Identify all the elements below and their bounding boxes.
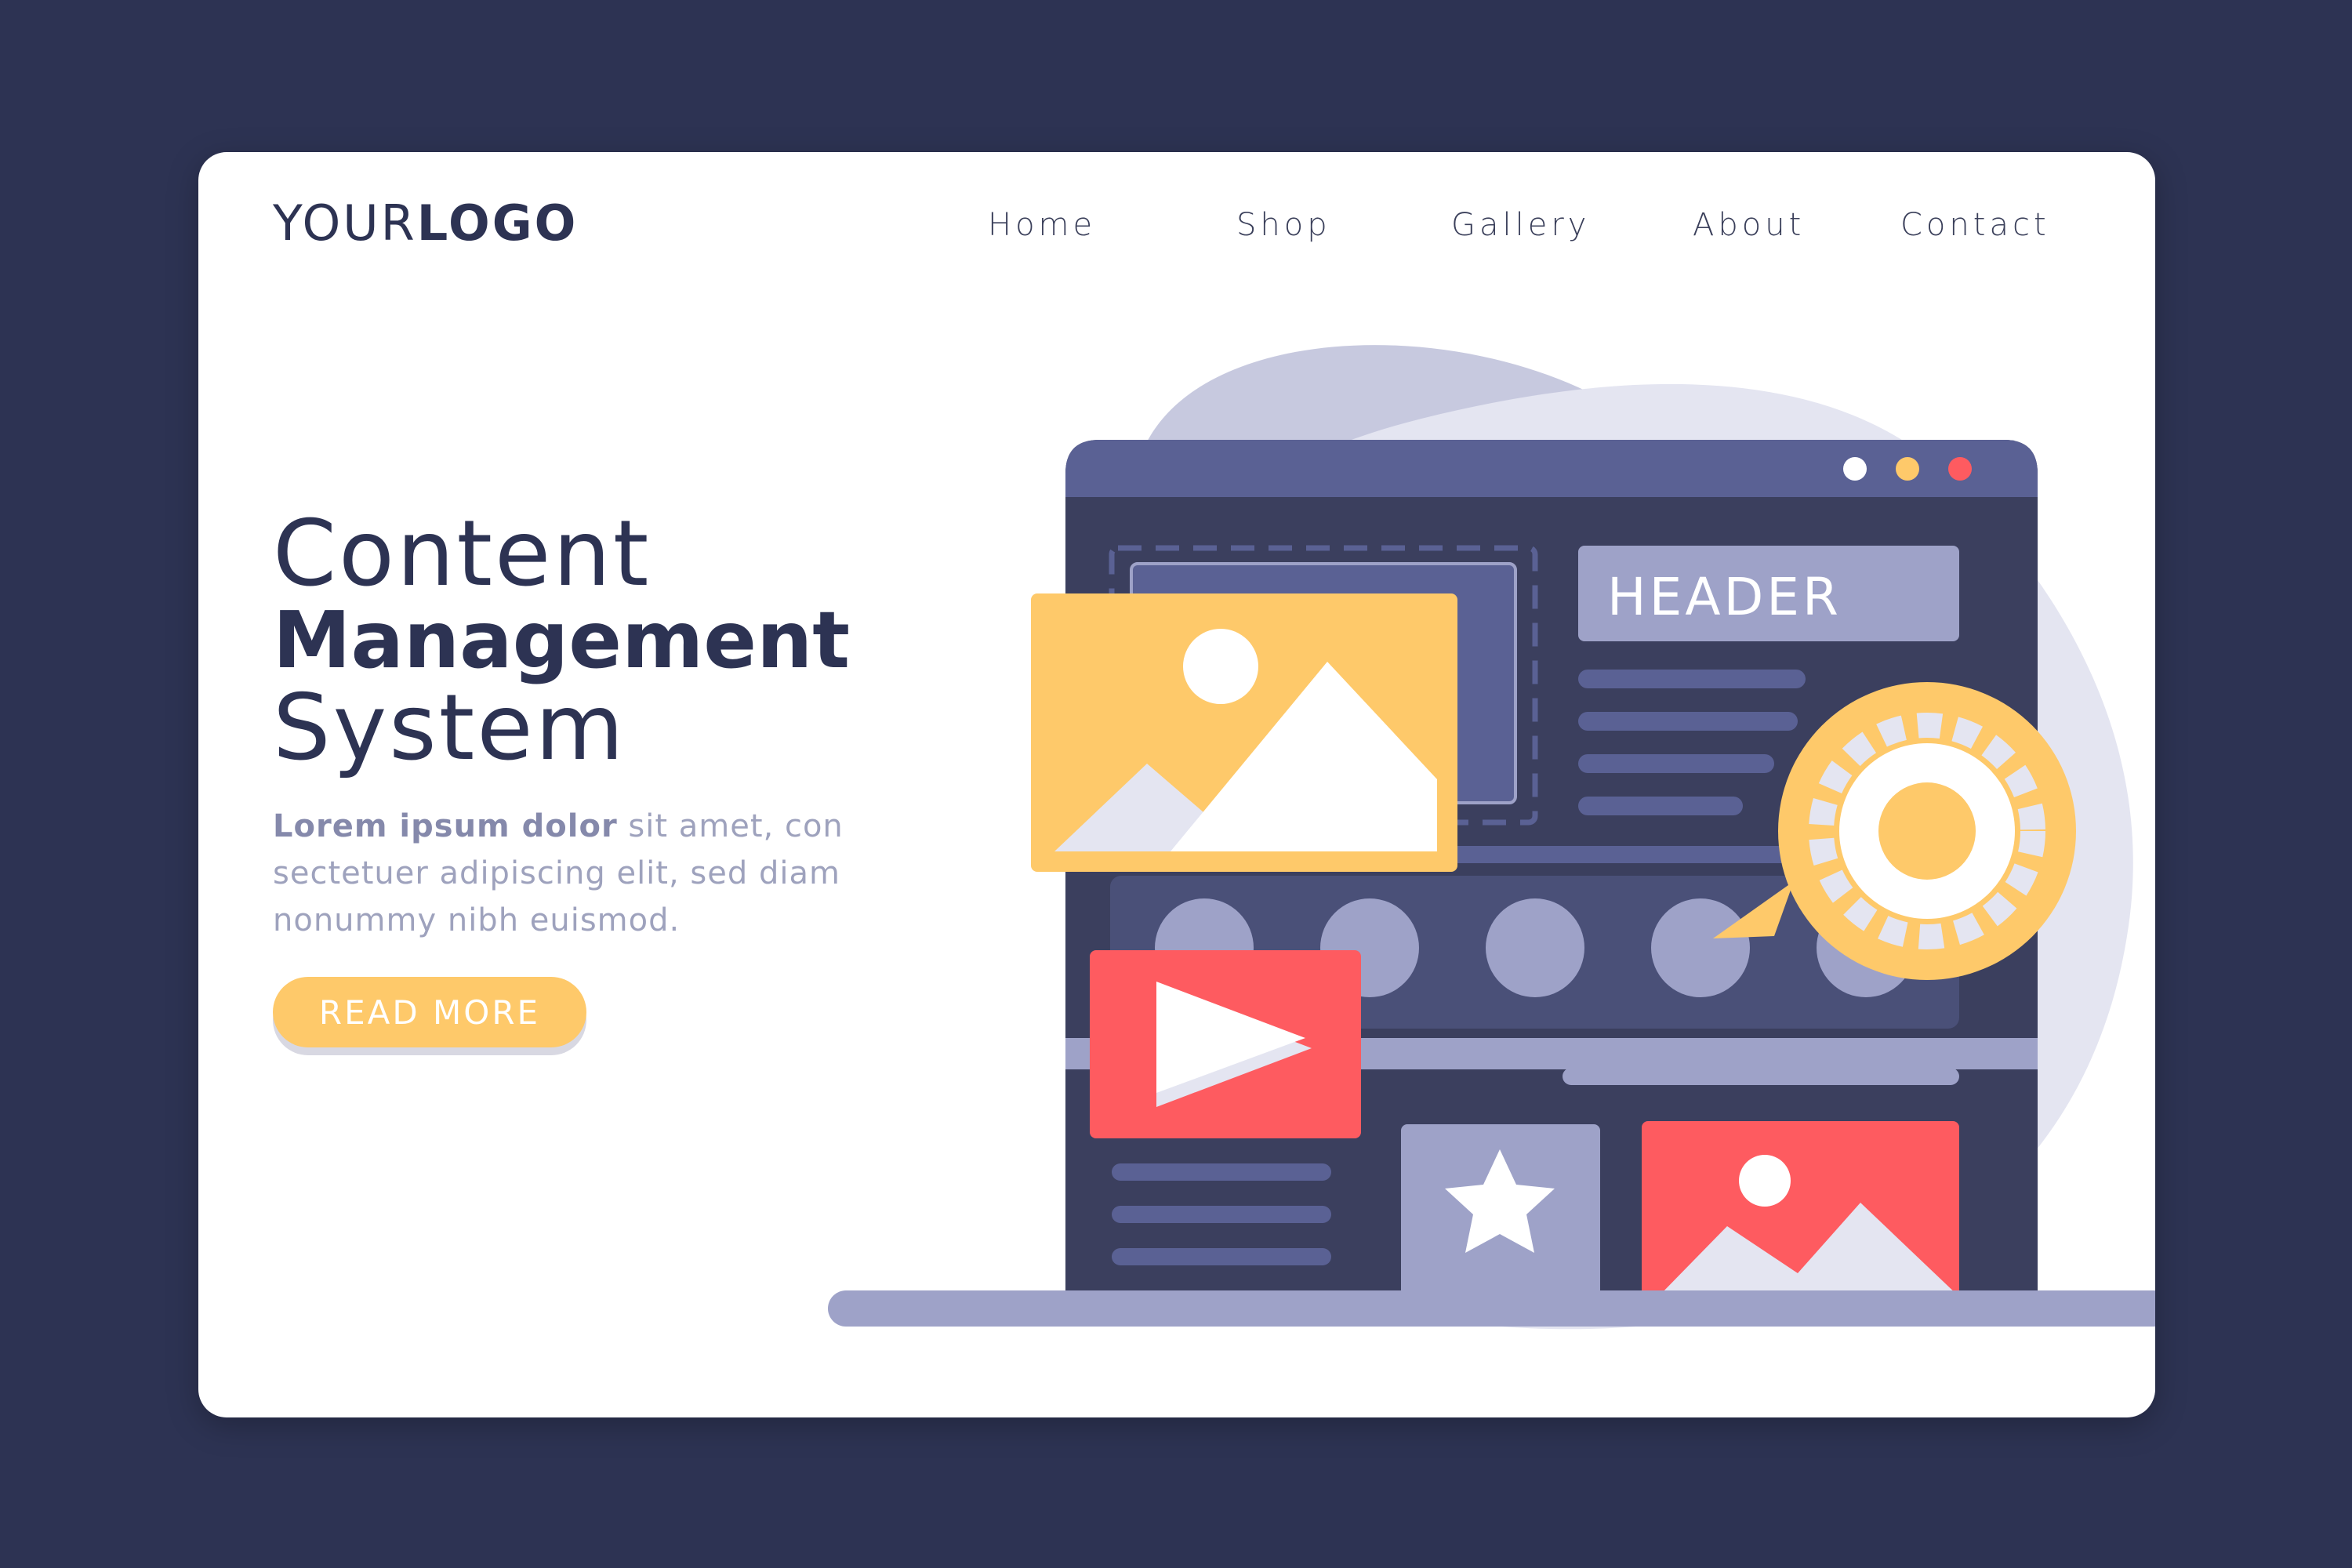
landing-card: YOURLOGO Home Shop Gallery About Contact… [198, 152, 2155, 1417]
red-image-sun [1739, 1155, 1791, 1207]
image-icon[interactable] [1031, 593, 1457, 872]
window-dot-white-icon[interactable] [1843, 457, 1867, 481]
text-lines-left [1112, 1163, 1331, 1265]
browser-titlebar [1065, 440, 2038, 497]
laptop-base [828, 1290, 2155, 1327]
window-dot-red-icon[interactable] [1948, 457, 1972, 481]
play-icon[interactable] [1090, 950, 1361, 1138]
lower-text-line-long [1563, 1068, 1959, 1085]
cms-illustration: HEADER [828, 345, 2155, 1330]
header-block-label: HEADER [1607, 567, 1842, 627]
window-dot-yellow-icon[interactable] [1896, 457, 1919, 481]
